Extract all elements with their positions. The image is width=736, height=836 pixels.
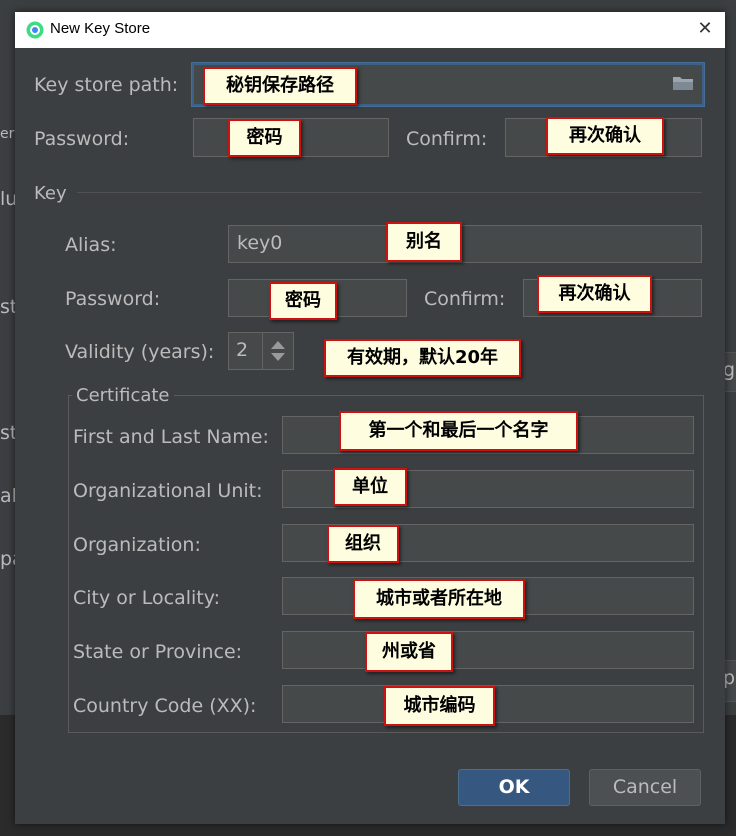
spinner-up-icon[interactable] <box>271 341 285 349</box>
key-section-label: Key <box>34 183 67 204</box>
spinner-down-icon[interactable] <box>271 353 285 361</box>
organization-label: Organization: <box>73 534 201 556</box>
annotation-validity: 有效期，默认20年 <box>324 339 521 377</box>
new-key-store-dialog: New Key Store ✕ Key store path: Password… <box>15 12 725 824</box>
annotation-alias: 别名 <box>386 222 462 262</box>
annotation-password: 密码 <box>228 119 301 157</box>
alias-label: Alias: <box>65 234 117 256</box>
annotation-key-confirm: 再次确认 <box>537 275 652 313</box>
validity-spinner[interactable]: 2 <box>228 332 294 370</box>
validity-value: 2 <box>236 339 249 361</box>
validity-label: Validity (years): <box>65 341 215 363</box>
annotation-city: 城市或者所在地 <box>353 579 525 619</box>
annotation-first-last: 第一个和最后一个名字 <box>339 411 578 451</box>
certificate-group-title: Certificate <box>72 385 174 406</box>
annotation-path: 秘钥保存路径 <box>203 67 357 105</box>
ok-button[interactable]: OK <box>458 769 570 806</box>
annotation-org: 组织 <box>327 525 399 563</box>
android-studio-icon <box>26 21 44 39</box>
password-label: Password: <box>34 128 130 150</box>
cancel-button[interactable]: Cancel <box>589 769 701 806</box>
annotation-org-unit: 单位 <box>333 468 407 506</box>
bg-fragment: er <box>0 126 15 142</box>
key-password-label: Password: <box>65 288 161 310</box>
annotation-state: 州或省 <box>365 632 453 672</box>
window-title: New Key Store <box>50 20 151 37</box>
folder-icon[interactable] <box>672 74 694 92</box>
annotation-confirm: 再次确认 <box>546 117 664 155</box>
country-code-label: Country Code (XX): <box>73 695 257 717</box>
first-last-name-label: First and Last Name: <box>73 426 269 448</box>
key-confirm-label: Confirm: <box>424 288 506 310</box>
city-label: City or Locality: <box>73 587 220 609</box>
key-separator <box>77 192 702 193</box>
key-store-path-label: Key store path: <box>34 74 179 96</box>
org-unit-label: Organizational Unit: <box>73 480 263 502</box>
annotation-country: 城市编码 <box>384 686 495 726</box>
alias-field[interactable]: key0 <box>228 225 702 263</box>
state-field[interactable] <box>282 631 694 669</box>
spinner-arrows[interactable] <box>262 333 293 369</box>
alias-value: key0 <box>237 232 283 254</box>
confirm-label: Confirm: <box>406 128 488 150</box>
annotation-key-password: 密码 <box>269 282 337 320</box>
close-button[interactable]: ✕ <box>693 17 717 41</box>
title-bar: New Key Store ✕ <box>15 12 725 48</box>
state-label: State or Province: <box>73 641 243 663</box>
